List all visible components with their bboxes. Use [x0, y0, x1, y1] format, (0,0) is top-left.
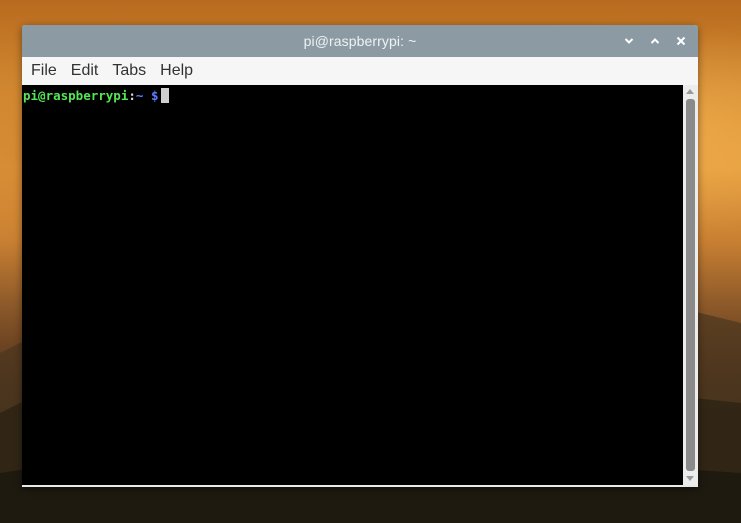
prompt-dollar: $	[150, 88, 159, 103]
vertical-scrollbar[interactable]	[683, 85, 698, 485]
maximize-button[interactable]	[646, 32, 664, 50]
text-cursor	[161, 88, 170, 103]
window-controls	[620, 32, 690, 50]
terminal-window: pi@raspberrypi: ~ File Edit Tabs Help pi…	[22, 25, 698, 487]
window-title: pi@raspberrypi: ~	[303, 33, 417, 49]
scroll-down-icon[interactable]	[686, 476, 694, 481]
menu-edit[interactable]: Edit	[71, 62, 107, 80]
prompt-user-host: pi@raspberrypi	[23, 88, 129, 103]
prompt-path: ~	[135, 88, 151, 103]
prompt-colon: :	[128, 88, 136, 103]
title-bar[interactable]: pi@raspberrypi: ~	[22, 25, 698, 57]
close-button[interactable]	[672, 32, 690, 50]
scroll-thumb[interactable]	[686, 99, 695, 471]
chevron-down-icon	[624, 38, 634, 44]
close-icon	[676, 36, 686, 46]
minimize-button[interactable]	[620, 32, 638, 50]
menu-help[interactable]: Help	[160, 62, 201, 80]
chevron-up-icon	[650, 38, 660, 44]
terminal-area: pi@raspberrypi:~ $	[22, 85, 698, 487]
terminal-output[interactable]: pi@raspberrypi:~ $	[22, 85, 683, 485]
menu-file[interactable]: File	[31, 62, 65, 80]
menu-tabs[interactable]: Tabs	[112, 62, 154, 80]
scroll-up-icon[interactable]	[686, 89, 694, 94]
menu-bar: File Edit Tabs Help	[22, 57, 698, 85]
